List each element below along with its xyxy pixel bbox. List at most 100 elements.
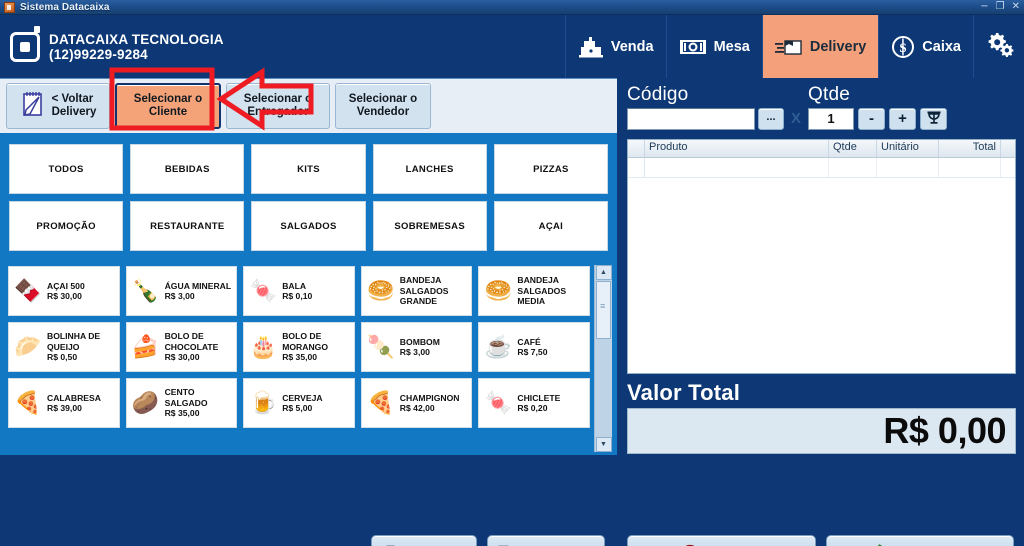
close-icon[interactable]: ✕ xyxy=(1012,1,1020,13)
footer-left-buttons: Desconto Observação xyxy=(0,535,617,546)
product-price: R$ 30,00 xyxy=(47,291,82,301)
row-filler xyxy=(1001,158,1015,177)
product-card[interactable]: 🍺 CERVEJA R$ 5,00 xyxy=(243,378,355,428)
product-thumb-icon: ☕ xyxy=(484,334,513,359)
category-button-kits[interactable]: KITS xyxy=(251,144,366,194)
voltar-delivery-button[interactable]: < Voltar Delivery xyxy=(6,83,110,129)
product-name: ÁGUA MINERAL xyxy=(164,280,232,291)
product-card[interactable]: 🍰 BOLO DE CHOCOLATE R$ 30,00 xyxy=(125,322,238,372)
selecionar-entregador-button[interactable]: Selecionar o Entregador xyxy=(226,83,330,129)
product-card[interactable]: 🍫 AÇAI 500 R$ 30,00 xyxy=(8,266,120,316)
cell-produto xyxy=(645,158,829,177)
product-price: R$ 35,00 xyxy=(164,408,200,419)
product-card[interactable]: 🍕 CALABRESA R$ 39,00 xyxy=(8,378,120,428)
table-gutter xyxy=(628,140,645,157)
cell-unitario xyxy=(877,158,939,177)
product-text: BANDEJA SALGADOS MEDIA xyxy=(517,275,585,307)
nav-item-delivery[interactable]: Delivery xyxy=(761,15,879,78)
product-price: R$ 30,00 xyxy=(164,352,200,363)
nav-item-mesa[interactable]: Mesa xyxy=(665,15,762,78)
product-grid: 🍫 AÇAI 500 R$ 30,00 🍾 ÁGUA MINERAL R$ 3,00 🍬 BA… xyxy=(0,262,594,455)
category-button-restaurante[interactable]: RESTAURANTE xyxy=(130,201,245,251)
product-card[interactable]: 🥯 BANDEJA SALGADOS MEDIA xyxy=(478,266,590,316)
selecionar-cliente-label: Selecionar o Cliente xyxy=(133,93,203,118)
category-button-bebidas[interactable]: BEBIDAS xyxy=(130,144,245,194)
settings-button[interactable] xyxy=(973,15,1024,78)
selecionar-vendedor-label: Selecionar o Vendedor xyxy=(348,93,418,118)
product-card[interactable]: 🥔 CENTO SALGADO R$ 35,00 xyxy=(125,378,238,428)
valor-total-box: R$ 0,00 xyxy=(627,408,1016,454)
product-card[interactable]: 🍬 CHICLETE R$ 0,20 xyxy=(478,378,590,428)
table-service-icon xyxy=(679,36,707,58)
category-button-sobremesas[interactable]: SOBREMESAS xyxy=(372,201,487,251)
main-area: < Voltar Delivery Selecionar o Cliente Sel… xyxy=(0,78,1024,529)
scale-icon xyxy=(926,109,942,130)
scale-button[interactable] xyxy=(920,108,948,130)
qtde-field-group: Qtde 1 - + xyxy=(808,84,948,130)
col-header-unitario: Unitário xyxy=(877,140,939,157)
gear-icon xyxy=(985,31,1015,62)
cancelar-button[interactable]: Cancelar xyxy=(627,535,816,546)
footer-right-buttons: Cancelar Salvar Pedido xyxy=(617,535,1014,546)
qtde-decrement-button[interactable]: - xyxy=(858,108,886,130)
category-button-todos[interactable]: TODOS xyxy=(9,144,124,194)
table-header-filler xyxy=(1001,140,1015,157)
product-card[interactable]: 🍬 BALA R$ 0,10 xyxy=(243,266,355,316)
minimize-icon[interactable]: − xyxy=(980,1,988,13)
product-name: BOLINHA DE QUEIJO xyxy=(47,331,101,352)
category-button-lanches[interactable]: LANCHES xyxy=(372,144,487,194)
salvar-pedido-button[interactable]: Salvar Pedido xyxy=(825,535,1014,546)
product-text: BOLINHA DE QUEIJO R$ 0,50 xyxy=(47,331,115,363)
selecionar-vendedor-button[interactable]: Selecionar o Vendedor xyxy=(335,83,431,129)
desconto-button[interactable]: Desconto xyxy=(371,535,477,546)
cell-qtde xyxy=(829,158,877,177)
product-card[interactable]: 🎂 BOLO DE MORANGO R$ 35,00 xyxy=(243,322,355,372)
product-card[interactable]: 🍡 BOMBOM R$ 3,00 xyxy=(360,322,473,372)
nav-label-mesa: Mesa xyxy=(713,38,750,55)
col-header-produto: Produto xyxy=(645,140,829,157)
category-button-salgados[interactable]: SALGADOS xyxy=(251,201,366,251)
codigo-input[interactable] xyxy=(627,108,755,130)
codigo-field-group: Código ... xyxy=(627,84,784,130)
product-price: R$ 0,20 xyxy=(517,403,548,413)
col-header-total: Total xyxy=(939,140,1001,157)
qtde-increment-button[interactable]: + xyxy=(889,108,917,130)
product-thumb-icon: 🍡 xyxy=(367,334,395,359)
scroll-down-button[interactable]: ▼ xyxy=(595,437,612,452)
product-card[interactable]: 🥟 BOLINHA DE QUEIJO R$ 0,50 xyxy=(8,322,120,372)
cash-register-icon xyxy=(578,36,604,58)
qtde-input[interactable]: 1 xyxy=(808,108,855,130)
product-text: CHICLETE R$ 0,20 xyxy=(517,393,560,414)
product-name: CAFÉ xyxy=(517,336,541,347)
observacao-button[interactable]: Observação xyxy=(487,535,605,546)
product-thumb-icon: 🥯 xyxy=(367,278,395,303)
product-card[interactable]: 🥯 BANDEJA SALGADOS GRANDE xyxy=(360,266,473,316)
category-button-açai[interactable]: AÇAI xyxy=(493,201,608,251)
product-card[interactable]: ☕ CAFÉ R$ 7,50 xyxy=(478,322,590,372)
product-thumb-icon: 🍰 xyxy=(131,334,160,359)
product-card[interactable]: 🍕 CHAMPIGNON R$ 42,00 xyxy=(360,378,473,428)
product-price: R$ 7,50 xyxy=(517,347,548,357)
selecionar-cliente-button[interactable]: Selecionar o Cliente xyxy=(115,83,221,129)
maximize-icon[interactable]: ❐ xyxy=(996,1,1005,13)
product-card[interactable]: 🍾 ÁGUA MINERAL R$ 3,00 xyxy=(125,266,238,316)
product-scrollbar[interactable]: ▲ ▼ xyxy=(594,265,612,452)
product-thumb-icon: 🍕 xyxy=(367,390,395,415)
valor-total-label: Valor Total xyxy=(627,380,741,405)
scroll-up-button[interactable]: ▲ xyxy=(595,265,612,280)
nav-item-venda[interactable]: Venda xyxy=(564,15,666,78)
nav-label-venda: Venda xyxy=(610,38,654,55)
nav-item-caixa[interactable]: S Caixa xyxy=(878,15,973,78)
row-gutter xyxy=(628,158,645,177)
scrollbar-thumb[interactable] xyxy=(596,281,611,339)
product-thumb-icon: 🎂 xyxy=(249,334,277,359)
codigo-browse-button[interactable]: ... xyxy=(758,108,784,130)
product-name: CHAMPIGNON xyxy=(399,392,460,403)
brand-text: DATACAIXA TECNOLOGIA (12)99229-9284 xyxy=(49,32,224,62)
product-thumb-icon: 🥯 xyxy=(484,278,513,303)
product-text: CERVEJA R$ 5,00 xyxy=(282,393,322,414)
voltar-delivery-label: < Voltar Delivery xyxy=(51,93,97,118)
category-button-promoção[interactable]: PROMOÇÃO xyxy=(9,201,124,251)
order-items-table[interactable]: Produto Qtde Unitário Total xyxy=(627,139,1016,374)
category-button-pizzas[interactable]: PIZZAS xyxy=(493,144,608,194)
